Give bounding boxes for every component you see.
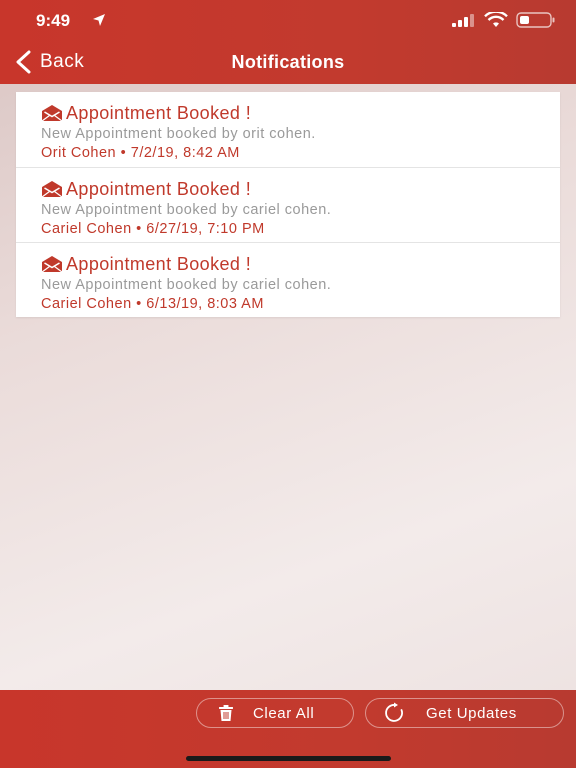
notification-body: New Appointment booked by orit cohen. xyxy=(41,126,316,142)
notification-separator: • xyxy=(120,145,127,161)
clear-all-button[interactable]: Clear All xyxy=(196,698,354,728)
notification-meta: Cariel Cohen • 6/13/19, 8:03 AM xyxy=(41,296,560,314)
get-updates-button[interactable]: Get Updates xyxy=(365,698,564,728)
notification-title: Appointment Booked ! xyxy=(66,253,252,274)
home-indicator xyxy=(186,756,391,761)
notification-author: Cariel Cohen xyxy=(41,221,132,237)
notification-timestamp: 6/27/19, 7:10 PM xyxy=(146,221,265,237)
notification-title: Appointment Booked ! xyxy=(66,178,252,199)
trash-icon xyxy=(219,705,233,721)
location-arrow-icon xyxy=(93,14,105,26)
notification-item[interactable]: Appointment Booked ! New Appointment boo… xyxy=(16,92,560,167)
notification-list: Appointment Booked ! New Appointment boo… xyxy=(16,92,560,317)
notification-title-row: Appointment Booked ! xyxy=(41,178,560,200)
notification-author: Cariel Cohen xyxy=(41,296,132,312)
envelope-icon xyxy=(41,105,63,122)
notification-title-row: Appointment Booked ! xyxy=(41,253,560,275)
notification-author: Orit Cohen xyxy=(41,145,117,161)
notification-title: Appointment Booked ! xyxy=(66,102,252,123)
navigation-bar: Back Notifications xyxy=(0,40,576,84)
notification-separator: • xyxy=(136,296,142,312)
envelope-icon xyxy=(41,181,63,198)
battery-icon xyxy=(516,12,555,28)
notification-meta: Orit Cohen • 7/2/19, 8:42 AM xyxy=(41,145,560,163)
notification-item[interactable]: Appointment Booked ! New Appointment boo… xyxy=(16,167,560,242)
refresh-icon xyxy=(385,702,403,722)
status-time: 9:49 xyxy=(36,11,71,30)
wifi-icon xyxy=(484,12,508,27)
notification-meta: Cariel Cohen • 6/27/19, 7:10 PM xyxy=(41,221,560,239)
status-bar: 9:49 xyxy=(0,0,576,40)
notification-timestamp: 6/13/19, 8:03 AM xyxy=(146,296,264,312)
page-title: Notifications xyxy=(231,52,345,72)
notification-timestamp: 7/2/19, 8:42 AM xyxy=(130,145,240,161)
get-updates-label: Get Updates xyxy=(426,704,517,722)
notification-body: New Appointment booked by cariel cohen. xyxy=(41,277,332,293)
envelope-icon xyxy=(41,256,63,273)
cellular-signal-icon xyxy=(452,14,474,27)
notification-body: New Appointment booked by cariel cohen. xyxy=(41,202,332,218)
notification-item[interactable]: Appointment Booked ! New Appointment boo… xyxy=(16,242,560,317)
bottom-toolbar: Clear All Get Updates xyxy=(0,690,576,768)
clear-all-label: Clear All xyxy=(253,704,315,722)
notification-separator: • xyxy=(136,221,142,237)
app-header: 9:49 Back Notifications xyxy=(0,0,576,84)
notification-title-row: Appointment Booked ! xyxy=(41,102,560,124)
